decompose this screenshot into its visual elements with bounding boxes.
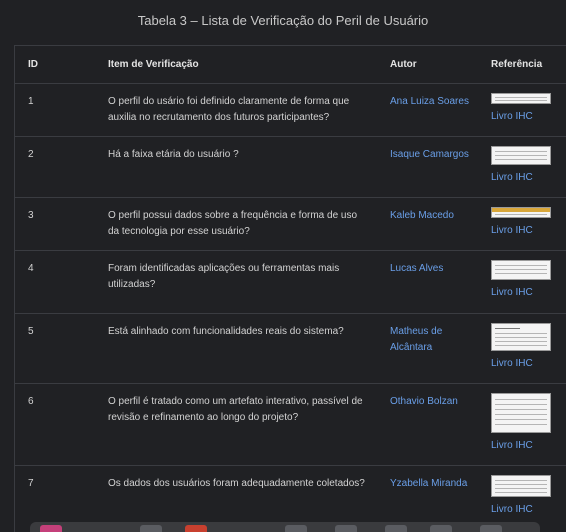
app-icon[interactable] <box>40 525 62 532</box>
table-header-row: ID Item de Verificação Autor Referência <box>15 46 566 84</box>
taskbar-dock <box>30 522 540 532</box>
reference-thumbnail[interactable] <box>491 322 551 351</box>
reference-link[interactable]: Livro IHC <box>491 285 566 302</box>
app-icon[interactable] <box>385 525 407 532</box>
row-id: 3 <box>15 197 95 251</box>
author-link[interactable]: Isaque Camargos <box>390 147 477 164</box>
reference-thumbnail[interactable] <box>491 392 551 433</box>
reference-link[interactable]: Livro IHC <box>491 223 566 240</box>
table-row: 4 Foram identificadas aplicações ou ferr… <box>15 250 566 314</box>
reference-link[interactable]: Livro IHC <box>491 438 566 455</box>
row-id: 2 <box>15 136 95 198</box>
row-id: 4 <box>15 250 95 314</box>
author-link[interactable]: Lucas Alves <box>390 261 477 278</box>
app-icon[interactable] <box>185 525 207 532</box>
document-page: Tabela 3 – Lista de Verificação do Peril… <box>0 0 566 532</box>
author-link[interactable]: Yzabella Miranda <box>390 476 477 493</box>
table-row: 3 O perfil possui dados sobre a frequênc… <box>15 197 566 251</box>
row-id: 1 <box>15 83 95 137</box>
table-row: 5 Está alinhado com funcionalidades reai… <box>15 313 566 384</box>
row-item: O perfil possui dados sobre a frequência… <box>95 197 377 251</box>
checklist-table: ID Item de Verificação Autor Referência … <box>15 46 566 532</box>
reference-thumbnail[interactable] <box>491 92 551 104</box>
reference-thumbnail[interactable] <box>491 474 551 497</box>
reference-thumbnail[interactable] <box>491 145 551 165</box>
header-id: ID <box>15 46 95 84</box>
app-icon[interactable] <box>335 525 357 532</box>
author-link[interactable]: Ana Luiza Soares <box>390 94 477 111</box>
table-row: 2 Há a faixa etária do usuário ? Isaque … <box>15 136 566 198</box>
author-link[interactable]: Matheus de Alcântara <box>390 324 477 357</box>
row-id: 6 <box>15 383 95 466</box>
header-autor: Autor <box>377 46 477 84</box>
reference-thumbnail[interactable] <box>491 259 551 280</box>
app-icon[interactable] <box>285 525 307 532</box>
row-id: 5 <box>15 313 95 384</box>
table-caption: Tabela 3 – Lista de Verificação do Peril… <box>137 13 429 28</box>
row-item: Está alinhado com funcionalidades reais … <box>95 313 377 384</box>
author-link[interactable]: Othavio Bolzan <box>390 394 477 411</box>
author-link[interactable]: Kaleb Macedo <box>390 208 477 225</box>
header-referencia: Referência <box>477 46 566 84</box>
app-icon[interactable] <box>430 525 452 532</box>
row-item: O perfil do usário foi definido claramen… <box>95 83 377 137</box>
header-item: Item de Verificação <box>95 46 377 84</box>
reference-thumbnail[interactable] <box>491 206 551 218</box>
row-item: Há a faixa etária do usuário ? <box>95 136 377 198</box>
table-row: 1 O perfil do usário foi definido claram… <box>15 83 566 137</box>
row-item: Foram identificadas aplicações ou ferram… <box>95 250 377 314</box>
table-row: 6 O perfil é tratado como um artefato in… <box>15 383 566 466</box>
reference-link[interactable]: Livro IHC <box>491 170 566 187</box>
reference-link[interactable]: Livro IHC <box>491 109 566 126</box>
app-icon[interactable] <box>480 525 502 532</box>
checklist-table-container: ID Item de Verificação Autor Referência … <box>14 45 566 532</box>
reference-link[interactable]: Livro IHC <box>491 356 566 373</box>
app-icon[interactable] <box>140 525 162 532</box>
row-item: O perfil é tratado como um artefato inte… <box>95 383 377 466</box>
reference-link[interactable]: Livro IHC <box>491 502 566 519</box>
